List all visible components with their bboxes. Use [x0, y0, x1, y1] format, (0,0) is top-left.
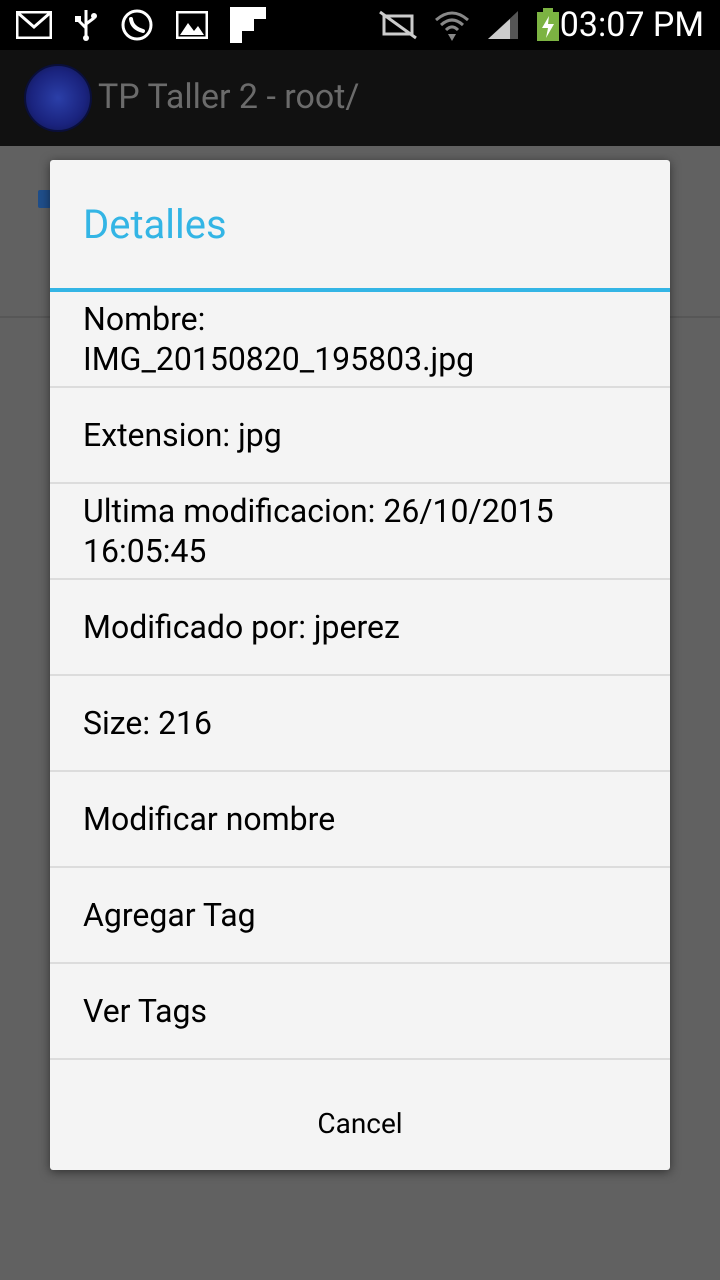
list-item-ultima-modificacion[interactable]: Ultima modificacion: 26/10/2015 16:05:45	[50, 484, 670, 580]
cancel-label: Cancel	[317, 1106, 403, 1140]
mute-icon	[378, 10, 418, 40]
ver-tags-button[interactable]: Ver Tags	[50, 964, 670, 1060]
list-item-modificado-por[interactable]: Modificado por: jperez	[50, 580, 670, 676]
wifi-icon	[434, 8, 470, 42]
dialog-list: Nombre: IMG_20150820_195803.jpg Extensio…	[50, 292, 670, 1060]
notification-icons	[16, 7, 266, 43]
battery-icon	[536, 8, 560, 42]
item-label: Agregar Tag	[83, 896, 256, 934]
usb-icon	[74, 8, 98, 42]
mail-icon	[16, 11, 52, 39]
item-label: Ultima modificacion: 26/10/2015 16:05:45	[83, 492, 554, 570]
image-icon	[176, 11, 208, 39]
item-label: Extension: jpg	[83, 416, 282, 454]
list-item-size[interactable]: Size: 216	[50, 676, 670, 772]
modificar-nombre-button[interactable]: Modificar nombre	[50, 772, 670, 868]
list-item-nombre[interactable]: Nombre: IMG_20150820_195803.jpg	[50, 292, 670, 388]
app-logo-icon	[24, 64, 92, 132]
app-title: TP Taller 2 - root/	[98, 77, 360, 117]
status-bar: 03:07 PM	[0, 0, 720, 50]
details-dialog: Detalles Nombre: IMG_20150820_195803.jpg…	[50, 160, 670, 1170]
item-label: Size: 216	[83, 704, 213, 742]
flipboard-icon	[230, 7, 266, 43]
whatsapp-icon	[120, 8, 154, 42]
list-item-extension[interactable]: Extension: jpg	[50, 388, 670, 484]
item-label: Modificado por: jperez	[83, 608, 400, 646]
status-time: 03:07 PM	[559, 5, 704, 45]
signal-icon	[486, 9, 520, 41]
cancel-button[interactable]: Cancel	[50, 1076, 670, 1170]
system-icons	[378, 8, 560, 42]
agregar-tag-button[interactable]: Agregar Tag	[50, 868, 670, 964]
item-label: Nombre: IMG_20150820_195803.jpg	[83, 300, 475, 378]
item-label: Modificar nombre	[83, 800, 336, 838]
item-label: Ver Tags	[83, 992, 208, 1030]
dialog-title: Detalles	[83, 201, 227, 248]
